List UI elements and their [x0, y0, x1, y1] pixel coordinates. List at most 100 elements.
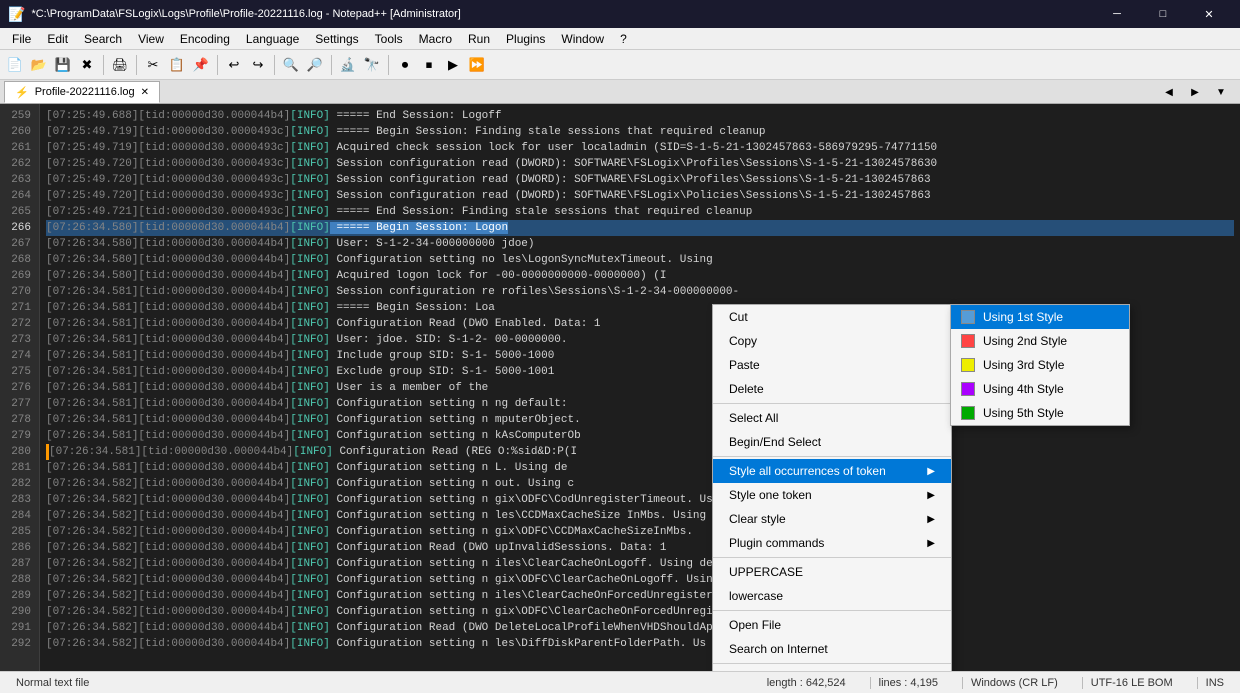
status-bar: Normal text file length : 642,524 lines … [0, 671, 1240, 693]
menu-run[interactable]: Run [460, 28, 498, 50]
code-line-292: [07:26:34.582][tid:00000d30.000044b4][IN… [46, 636, 1234, 652]
title-left: 📝 *C:\ProgramData\FSLogix\Logs\Profile\P… [8, 6, 461, 23]
toolbar-sep-3 [217, 55, 218, 75]
copy-button[interactable]: 📋 [166, 54, 188, 76]
menu-file[interactable]: File [4, 28, 39, 50]
maximize-button[interactable]: □ [1140, 0, 1186, 28]
status-length: length : 642,524 [759, 677, 854, 689]
ctx-sep-4 [713, 610, 951, 611]
menu-view[interactable]: View [130, 28, 172, 50]
ctx-cut[interactable]: Cut [713, 305, 951, 329]
ctx-search-internet[interactable]: Search on Internet [713, 637, 951, 661]
paste-button[interactable]: 📌 [190, 54, 212, 76]
close-button[interactable]: ✕ [1186, 0, 1232, 28]
code-line-287: [07:26:34.582][tid:00000d30.000044b4][IN… [46, 556, 1234, 572]
new-button[interactable]: 📄 [4, 54, 26, 76]
ctx-begin-end-select[interactable]: Begin/End Select [713, 430, 951, 454]
ctx-style-one[interactable]: Style one token ▶ [713, 483, 951, 507]
find-button[interactable]: 🔍 [280, 54, 302, 76]
tab-list-button[interactable]: ▼ [1210, 81, 1232, 103]
tab-nav-left[interactable]: ◀ [1158, 81, 1180, 103]
macro-rec-button[interactable]: ⏺ [394, 54, 416, 76]
line-number-271: 271 [8, 300, 31, 316]
ctx-plugin-commands[interactable]: Plugin commands ▶ [713, 531, 951, 555]
menu-encoding[interactable]: Encoding [172, 28, 238, 50]
menu-settings[interactable]: Settings [307, 28, 366, 50]
code-line-281: [07:26:34.581][tid:00000d30.000044b4][IN… [46, 460, 1234, 476]
code-line-282: [07:26:34.582][tid:00000d30.000044b4][IN… [46, 476, 1234, 492]
line-number-275: 275 [8, 364, 31, 380]
menu-edit[interactable]: Edit [39, 28, 76, 50]
line-number-281: 281 [8, 460, 31, 476]
code-line-286: [07:26:34.582][tid:00000d30.000044b4][IN… [46, 540, 1234, 556]
menu-language[interactable]: Language [238, 28, 307, 50]
line-number-282: 282 [8, 476, 31, 492]
line-number-262: 262 [8, 156, 31, 172]
code-line-288: [07:26:34.582][tid:00000d30.000044b4][IN… [46, 572, 1234, 588]
ctx-sep-5 [713, 663, 951, 664]
line-number-285: 285 [8, 524, 31, 540]
line-number-265: 265 [8, 204, 31, 220]
menu-window[interactable]: Window [553, 28, 612, 50]
cut-button[interactable]: ✂ [142, 54, 164, 76]
menu-bar: File Edit Search View Encoding Language … [0, 28, 1240, 50]
status-file-type: Normal text file [8, 677, 97, 689]
ctx-sep-2 [713, 456, 951, 457]
editor-area: 2592602612622632642652662672682692702712… [0, 104, 1240, 671]
ctx-uppercase[interactable]: UPPERCASE [713, 560, 951, 584]
active-tab[interactable]: ⚡ Profile-20221116.log ✕ [4, 81, 160, 103]
code-line-285: [07:26:34.582][tid:00000d30.000044b4][IN… [46, 524, 1234, 540]
ctx-delete[interactable]: Delete [713, 377, 951, 401]
sub-style-4[interactable]: Using 4th Style [951, 377, 1129, 401]
line-number-291: 291 [8, 620, 31, 636]
undo-button[interactable]: ↩ [223, 54, 245, 76]
status-encoding: Windows (CR LF) [962, 677, 1066, 689]
tab-icon: ⚡ [15, 86, 29, 99]
ctx-clear-style[interactable]: Clear style ▶ [713, 507, 951, 531]
menu-plugins[interactable]: Plugins [498, 28, 553, 50]
sub-style-5[interactable]: Using 5th Style [951, 401, 1129, 425]
toolbar-sep-6 [388, 55, 389, 75]
zoom-in-button[interactable]: 🔬 [337, 54, 359, 76]
ctx-lowercase[interactable]: lowercase [713, 584, 951, 608]
code-line-265: [07:25:49.721][tid:00000d30.0000493c][IN… [46, 204, 1234, 220]
toolbar: 📄 📂 💾 ✖ 🖨 ✂ 📋 📌 ↩ ↪ 🔍 🔎 🔬 🔭 ⏺ ⏹ ▶ ⏩ [0, 50, 1240, 80]
ctx-paste[interactable]: Paste [713, 353, 951, 377]
sub-style-2[interactable]: Using 2nd Style [951, 329, 1129, 353]
ctx-copy[interactable]: Copy [713, 329, 951, 353]
open-button[interactable]: 📂 [28, 54, 50, 76]
zoom-out-button[interactable]: 🔭 [361, 54, 383, 76]
menu-help[interactable]: ? [612, 28, 635, 50]
code-line-262: [07:25:49.720][tid:00000d30.0000493c][IN… [46, 156, 1234, 172]
title-bar: 📝 *C:\ProgramData\FSLogix\Logs\Profile\P… [0, 0, 1240, 28]
minimize-button[interactable]: ─ [1094, 0, 1140, 28]
ctx-open-file[interactable]: Open File [713, 613, 951, 637]
ctx-select-all[interactable]: Select All [713, 406, 951, 430]
tab-close-button[interactable]: ✕ [141, 87, 149, 98]
save-button[interactable]: 💾 [52, 54, 74, 76]
menu-search[interactable]: Search [76, 28, 130, 50]
tab-nav-right[interactable]: ▶ [1184, 81, 1206, 103]
status-format: UTF-16 LE BOM [1082, 677, 1181, 689]
print-button[interactable]: 🖨 [109, 54, 131, 76]
code-line-264: [07:25:49.720][tid:00000d30.0000493c][IN… [46, 188, 1234, 204]
sub-style-1[interactable]: Using 1st Style [951, 305, 1129, 329]
sub-style-3[interactable]: Using 3rd Style [951, 353, 1129, 377]
macro-run-button[interactable]: ⏩ [466, 54, 488, 76]
code-line-268: [07:26:34.580][tid:00000d30.000044b4][IN… [46, 252, 1234, 268]
code-line-270: [07:26:34.581][tid:00000d30.000044b4][IN… [46, 284, 1234, 300]
toolbar-sep-5 [331, 55, 332, 75]
ctx-toggle-comment[interactable]: Toggle Single Line Comment [713, 666, 951, 671]
menu-tools[interactable]: Tools [367, 28, 411, 50]
find-replace-button[interactable]: 🔎 [304, 54, 326, 76]
macro-play-button[interactable]: ▶ [442, 54, 464, 76]
ctx-style-all[interactable]: Style all occurrences of token ▶ [713, 459, 951, 483]
menu-macro[interactable]: Macro [411, 28, 460, 50]
code-line-283: [07:26:34.582][tid:00000d30.000044b4][IN… [46, 492, 1234, 508]
close-tab-button[interactable]: ✖ [76, 54, 98, 76]
ctx-sep-1 [713, 403, 951, 404]
redo-button[interactable]: ↪ [247, 54, 269, 76]
code-line-261: [07:25:49.719][tid:00000d30.0000493c][IN… [46, 140, 1234, 156]
code-line-289: [07:26:34.582][tid:00000d30.000044b4][IN… [46, 588, 1234, 604]
macro-stop-button[interactable]: ⏹ [418, 54, 440, 76]
